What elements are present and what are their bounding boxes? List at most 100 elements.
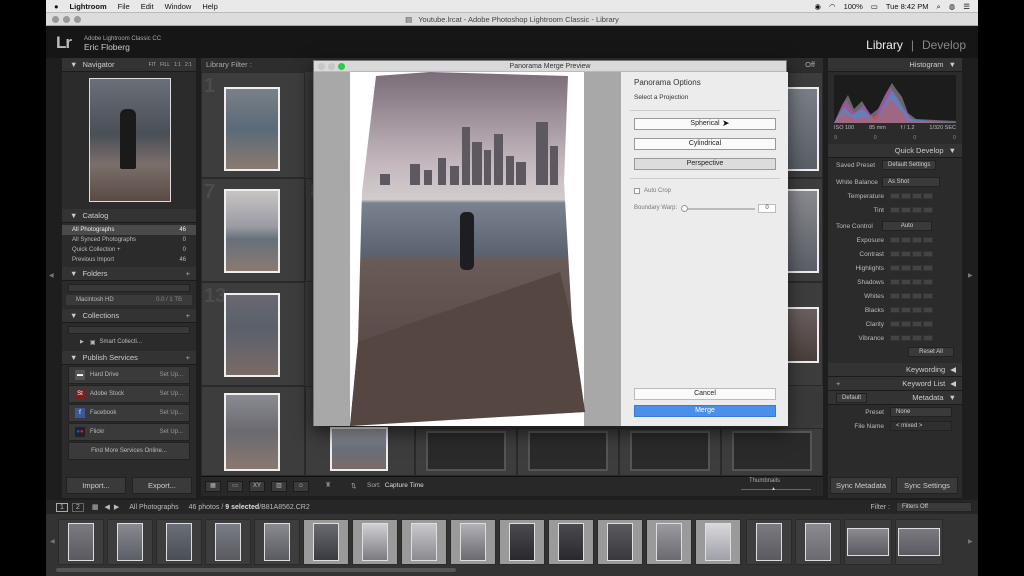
filmstrip-thumb[interactable] [254,519,300,565]
sort-value[interactable]: Capture Time [385,482,424,489]
sync-metadata-button[interactable]: Sync Metadata [830,477,892,494]
wifi-icon[interactable]: ◠ [829,2,836,11]
histogram-header[interactable]: Histogram ▼ [828,58,962,72]
module-develop[interactable]: Develop [922,38,966,52]
setup-link[interactable]: Set Up... [160,372,183,378]
filmstrip-thumb-selected[interactable] [352,519,398,565]
compare-view-icon[interactable]: XY [249,481,265,492]
battery-icon[interactable]: ▭ [871,2,878,11]
collections-search-input[interactable] [68,326,190,334]
service-hard-drive[interactable]: ▬ Hard Drive Set Up... [68,366,190,384]
navigator-header[interactable]: ▼ Navigator FIT FILL 1:1 2:1 [62,58,196,72]
notifications-icon[interactable]: ☰ [963,2,970,11]
catalog-item-all-photographs[interactable]: All Photographs 46 [62,225,196,235]
white-balance-dropdown[interactable]: As Shot [882,177,940,187]
slider-thumb[interactable] [681,205,688,212]
zoom-window-icon[interactable] [74,16,81,23]
main-window-button[interactable]: 1 [56,502,68,512]
service-facebook[interactable]: f Facebook Set Up... [68,404,190,422]
filmstrip-thumb[interactable] [746,519,792,565]
grid-small-icon[interactable]: ▦ [92,503,99,511]
catalog-item-previous-import[interactable]: Previous Import 46 [62,255,196,265]
dialog-zoom-icon[interactable] [338,63,345,70]
merge-button[interactable]: Merge [634,405,776,417]
slider-thumb[interactable]: ▲ [771,486,776,492]
dialog-minimize-icon[interactable] [328,63,335,70]
zoom-2-1[interactable]: 2:1 [185,62,192,68]
auto-crop-checkbox[interactable] [634,188,640,194]
spray-can-icon[interactable]: ♜ [325,481,331,489]
zoom-fit[interactable]: FIT [149,62,157,68]
minimize-window-icon[interactable] [63,16,70,23]
module-library[interactable]: Library [866,38,903,52]
close-window-icon[interactable] [52,16,59,23]
keyword-list-header[interactable]: + Keyword List ◀ [828,377,962,391]
record-icon[interactable]: ◉ [814,2,821,11]
menu-edit[interactable]: Edit [141,2,154,11]
boundary-warp-value[interactable]: 0 [758,204,776,213]
catalog-item-quick-collection[interactable]: Quick Collection + 0 [62,245,196,255]
adjust-steppers[interactable] [890,293,933,299]
dialog-close-icon[interactable] [318,63,325,70]
library-filter-off[interactable]: Off [805,58,815,72]
apple-menu-icon[interactable]: ● [54,2,59,11]
cylindrical-button[interactable]: Cylindrical [634,138,776,150]
battery-percent[interactable]: 100% [844,2,863,11]
menu-window[interactable]: Window [165,2,192,11]
setup-link[interactable]: Set Up... [160,391,183,397]
filmstrip-thumb-selected[interactable] [450,519,496,565]
keywording-header[interactable]: Keywording ◀ [828,363,962,377]
filmstrip-thumb[interactable] [795,519,841,565]
filmstrip-scrollbar[interactable] [56,568,456,572]
adjust-steppers[interactable] [890,265,933,271]
grid-cell[interactable]: 7 [201,178,305,282]
import-button[interactable]: Import... [66,477,126,494]
adjust-steppers[interactable] [890,207,933,213]
add-keyword-icon[interactable]: + [836,379,840,388]
cancel-button[interactable]: Cancel [634,388,776,400]
filmstrip-thumb-selected[interactable] [548,519,594,565]
collapse-left-panel-icon[interactable]: ◀ [49,272,54,279]
filmstrip-thumb[interactable] [58,519,104,565]
sync-settings-button[interactable]: Sync Settings [896,477,958,494]
grid-cell[interactable] [201,386,305,476]
sort-direction-icon[interactable]: ⇅ [351,482,356,490]
filmstrip-thumb-selected[interactable] [499,519,545,565]
metadata-preset-dropdown[interactable]: None [890,407,952,417]
setup-link[interactable]: Set Up... [160,410,183,416]
add-collection-icon[interactable]: + [186,311,190,320]
grid-cell[interactable] [619,428,721,476]
perspective-button[interactable]: Perspective [634,158,776,170]
boundary-warp-slider[interactable] [681,205,755,212]
search-icon[interactable]: ⌕ [937,2,941,12]
collapse-right-panel-icon[interactable]: ▶ [968,272,973,279]
adjust-steppers[interactable] [890,335,933,341]
filmstrip-thumb-selected[interactable] [695,519,741,565]
grid-cell[interactable] [517,428,619,476]
adjust-steppers[interactable] [890,321,933,327]
find-more-services-button[interactable]: Find More Services Online... [68,442,190,460]
saved-preset-dropdown[interactable]: Default Settings [882,160,937,170]
loupe-view-icon[interactable]: ▭ [227,481,243,492]
thumbnail-size-slider[interactable]: ▲ [741,486,811,492]
filmstrip-scroll-left-icon[interactable]: ◀ [50,538,55,545]
second-window-button[interactable]: 2 [71,502,84,512]
zoom-fill[interactable]: FILL [160,62,170,68]
quick-develop-header[interactable]: Quick Develop ▼ [828,144,962,158]
filmstrip-thumb-selected[interactable] [303,519,349,565]
catalog-item-all-synced[interactable]: All Synced Photographs 0 [62,235,196,245]
clock[interactable]: Tue 8:42 PM [886,2,929,11]
grid-cell[interactable]: 1 [201,72,305,178]
metadata-view-dropdown[interactable]: Default [836,392,868,403]
setup-link[interactable]: Set Up... [160,429,183,435]
publish-services-header[interactable]: ▼ Publish Services + [62,351,196,365]
service-flickr[interactable]: ● ● Flickr Set Up... [68,423,190,441]
filmstrip-thumb[interactable] [205,519,251,565]
smart-collections-item[interactable]: ▶ ▣ Smart Collecti... [62,337,196,347]
zoom-1-1[interactable]: 1:1 [174,62,181,68]
adjust-steppers[interactable] [890,193,933,199]
grid-cell[interactable]: 13 [201,282,305,386]
people-view-icon[interactable]: ☺ [293,481,309,492]
grid-view-icon[interactable]: ▦ [205,481,221,492]
adjust-steppers[interactable] [890,279,933,285]
